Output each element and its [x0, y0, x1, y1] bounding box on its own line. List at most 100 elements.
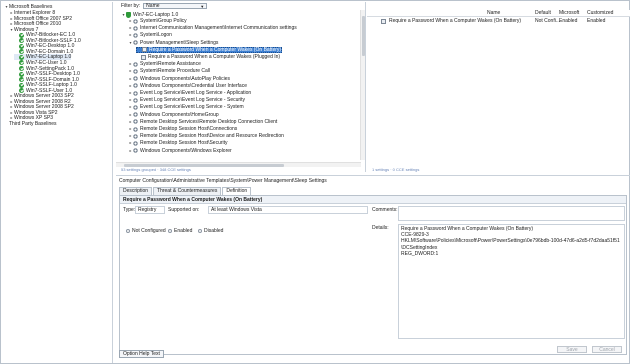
tab-definition[interactable]: Definition [222, 187, 252, 195]
filter-select[interactable]: Name ▼ [143, 3, 208, 9]
setting-row-label: Power Management\Sleep Settings [140, 39, 219, 46]
setting-row[interactable]: ▸ System\Remote Procedure Call [128, 68, 210, 74]
selected-setting-row[interactable]: Require a Password When a Computer Wakes… [136, 46, 283, 53]
radio-icon [126, 228, 130, 233]
setting-row-label: Event Log Service\Event Log Service - Se… [140, 97, 246, 104]
supported-field[interactable]: At least Windows Vista [208, 206, 368, 214]
filter-bar: Filter by: Name ▼ [116, 2, 365, 10]
tab-description[interactable]: Description [119, 187, 153, 195]
row-customized: Enabled [587, 18, 606, 24]
column-customized[interactable]: Customized [587, 10, 613, 17]
setting-row-label: System\Group Policy [140, 18, 187, 24]
type-label: Type: [123, 207, 136, 213]
radio-enabled[interactable]: Enabled [168, 228, 192, 234]
radio-label: Enabled [174, 228, 193, 234]
row-name: Require a Password When a Computer Wakes… [389, 18, 522, 24]
setting-row[interactable]: ▸ Windows Components\Credential User Inte… [128, 83, 247, 89]
details-line: CCE-9829-3 [401, 232, 429, 239]
setting-row-label: Remote Desktop Session Host\Device and R… [140, 133, 284, 140]
setting-row-label: System\Remote Assistance [140, 61, 201, 68]
radio-icon [198, 228, 202, 233]
setting-row[interactable]: ▸ Remote Desktop Session Host\Connections [128, 126, 237, 132]
radio-label: Disabled [204, 228, 224, 234]
cancel-button[interactable]: Cancel [592, 346, 622, 353]
column-default[interactable]: Default [535, 10, 551, 17]
setting-row[interactable]: ▸ Event Log Service\Event Log Service - A… [128, 90, 251, 96]
settings-list-header: Name Default Microsoft Customized [367, 10, 630, 17]
setting-row-label: Require a Password When a Computer Wakes… [148, 54, 281, 60]
details-label: Details: [372, 225, 389, 231]
setting-row-label: Event Log Service\Event Log Service - Ap… [140, 90, 252, 96]
settings-list-status: 1 settings · 0 CCE settings [372, 167, 420, 172]
setting-row[interactable]: ▸ Remote Desktop Session Host\Security [128, 140, 228, 147]
details-line: \DCSettingIndex [401, 244, 438, 251]
settings-tree-vertical-scrollbar[interactable] [360, 10, 365, 160]
details-line: REG_DWORD:1 [401, 250, 439, 257]
settings-group-icon [133, 76, 138, 82]
baselines-tree[interactable]: ▾ Microsoft Baselines ▸ Internet Explorer… [2, 2, 113, 363]
radio-icon [168, 228, 172, 233]
settings-group-icon [133, 32, 138, 38]
setting-row-label: Windows Components\Windows Explorer [140, 147, 232, 154]
settings-group-icon [133, 68, 138, 74]
setting-row[interactable]: ▸ Remote Desktop Services\Remote Desktop … [128, 119, 277, 125]
details-line: Require a Password When a Computer Wakes… [401, 226, 534, 232]
setting-row-label: Windows Components\AutoPlay Policies [140, 75, 231, 82]
radio-not-configured[interactable]: Not Configured [126, 228, 166, 234]
save-button[interactable]: Save [557, 346, 587, 353]
setting-row[interactable]: ▸ Windows Components\AutoPlay Policies [128, 76, 230, 82]
details-pane: Computer Configuration\Administrative Te… [116, 175, 630, 364]
row-default: Not Confi... [535, 18, 561, 24]
radio-label: Not Configured [132, 228, 166, 234]
comments-label: Comments: [372, 207, 398, 213]
settings-group-icon [133, 83, 138, 89]
setting-row[interactable]: ▸ Event Log Service\Event Log Service - S… [128, 104, 244, 111]
settings-list-pane: Name Default Microsoft Customized Requir… [367, 2, 630, 172]
setting-row[interactable]: ▸ Windows Components\Windows Explorer [128, 147, 232, 154]
setting-row[interactable]: ▸ Windows Components\HomeGroup [128, 111, 219, 118]
setting-row-label: Windows Components\Credential User Inter… [140, 82, 247, 89]
type-field[interactable]: Registry [135, 206, 165, 214]
setting-row-label: Remote Desktop Session Host\Connections [140, 126, 238, 132]
details-field[interactable]: Require a Password When a Computer Wakes… [398, 224, 625, 339]
details-line: HKLM\Software\Policies\Microsoft\Power\P… [401, 238, 620, 245]
baseline-item-label: Third Party Baselines [9, 121, 57, 127]
setting-row[interactable]: ▸ System\Group Policy [128, 18, 187, 24]
option-help-text-button[interactable]: Option Help Text [119, 350, 164, 358]
supported-value: At least Windows Vista [211, 207, 262, 213]
setting-row[interactable]: ▸ Event Log Service\Event Log Service - S… [128, 97, 245, 103]
setting-row[interactable]: Require a Password When a Computer Wakes… [136, 54, 280, 60]
scroll-thumb[interactable] [362, 16, 365, 56]
settings-tree-pane: Filter by: Name ▼ ▾ Win7-EC-Laptop 1.0 ▸… [116, 2, 366, 172]
chevron-down-icon: ▼ [200, 3, 205, 9]
baseline-item[interactable]: Third Party Baselines [4, 121, 57, 127]
table-row[interactable]: Require a Password When a Computer Wakes… [367, 18, 630, 25]
type-value: Registry [138, 207, 157, 213]
setting-row[interactable]: ▸ System\Remote Assistance [128, 61, 201, 68]
setting-row-label: Require a Password When a Computer Wakes… [149, 46, 282, 53]
settings-group-icon [133, 18, 138, 24]
settings-group-icon [133, 25, 138, 31]
settings-group-icon [133, 40, 138, 46]
settings-group-icon [133, 140, 138, 146]
setting-row-label: Remote Desktop Session Host\Security [140, 140, 228, 147]
setting-row-label: Windows Components\HomeGroup [140, 111, 219, 118]
setting-title: Require a Password When a Computer Wakes… [120, 196, 626, 204]
settings-group-icon [133, 61, 138, 67]
setting-row[interactable]: ▸ Remote Desktop Session Host\Device and … [128, 133, 284, 140]
setting-row[interactable]: ▸ System\Logon [128, 32, 172, 39]
setting-row[interactable]: ▸ Internet Communication Management\Inter… [128, 25, 296, 31]
comments-field[interactable] [398, 206, 625, 221]
setting-row[interactable]: ▾ Power Management\Sleep Settings [128, 40, 218, 46]
column-name[interactable]: Name [487, 10, 500, 17]
setting-row-label: System\Remote Procedure Call [140, 68, 211, 75]
column-microsoft[interactable]: Microsoft [559, 10, 579, 17]
definition-panel: Require a Password When a Computer Wakes… [119, 195, 627, 355]
tab-threat-countermeasures[interactable]: Threat & Countermeasures [153, 187, 222, 195]
settings-group-icon [133, 97, 138, 103]
setting-row-label: Event Log Service\Event Log Service - Sy… [140, 104, 244, 111]
settings-group-icon [133, 119, 138, 125]
radio-disabled[interactable]: Disabled [198, 228, 223, 234]
setting-row-label: System\Logon [140, 32, 172, 39]
policy-icon [381, 19, 386, 24]
